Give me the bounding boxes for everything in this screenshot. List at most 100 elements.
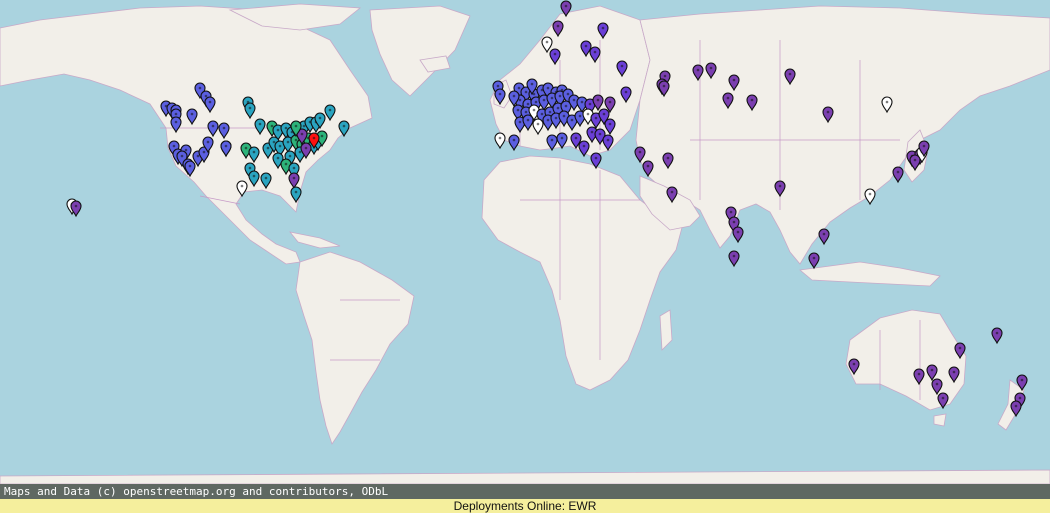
land-layer [0,3,1050,484]
map-pin-center [709,66,713,70]
map-pin-center [602,112,606,116]
map-pin-icon[interactable] [892,166,904,184]
map-pin-center [284,126,288,130]
map-attribution: Maps and Data (c) openstreetmap.org and … [0,484,1050,499]
map-pin-center [670,190,674,194]
map-pin-center [588,102,592,106]
antarctica [0,469,1050,484]
map-pin-center [180,154,184,158]
map-pin-center [252,174,256,178]
map-pin-center [550,138,554,142]
map-pin-center [248,166,252,170]
deployments-status-bar: Deployments Online: EWR [0,499,1050,513]
map-pin-center [328,108,332,112]
caribbean [289,231,341,249]
map-pin-center [570,118,574,122]
map-pin-center [560,136,564,140]
map-pin-center [198,86,202,90]
map-pin-icon[interactable] [732,226,744,244]
map-pin-center [190,112,194,116]
map-pin-center [536,122,540,126]
deployment-marker[interactable] [991,327,1003,345]
map-pin-center [596,98,600,102]
deployment-marker[interactable] [892,166,904,184]
map-pin-center [532,108,536,112]
map-pin-center [74,204,78,208]
map-pin-center [917,372,921,376]
map-pin-center [196,154,200,158]
map-pin-center [542,98,546,102]
map-pin-center [732,78,736,82]
deployment-marker[interactable] [494,132,506,150]
map-pin-icon[interactable] [808,252,820,270]
map-pin-center [582,144,586,148]
map-pin-center [594,116,598,120]
map-pin-center [312,136,316,140]
map-pin-center [554,116,558,120]
map-pin-icon[interactable] [991,327,1003,345]
map-pin-center [606,138,610,142]
map-pin-center [270,124,274,128]
deployment-marker[interactable] [732,226,744,244]
world-map[interactable] [0,0,1050,484]
map-pin-center [646,164,650,168]
map-pin-center [204,94,208,98]
map-pin-center [526,102,530,106]
map-pin-center [272,140,276,144]
map-canvas[interactable] [0,0,1050,484]
deployment-marker[interactable] [864,188,876,206]
map-pin-center [638,150,642,154]
map-pin-center [778,184,782,188]
map-pin-icon[interactable] [494,132,506,150]
map-pin-center [572,98,576,102]
map-pin-center [524,90,528,94]
map-pin-center [958,346,962,350]
map-pin-center [202,150,206,154]
deployment-marker[interactable] [818,228,830,246]
map-pin-center [1018,396,1022,400]
map-pin-center [556,24,560,28]
map-pin-center [276,156,280,160]
deployment-marker[interactable] [728,250,740,268]
map-pin-center [593,50,597,54]
map-pin-center [624,90,628,94]
map-pin-center [812,256,816,260]
map-pin-center [294,124,298,128]
map-pin-icon[interactable] [864,188,876,206]
map-pin-icon[interactable] [728,250,740,268]
map-pin-center [284,162,288,166]
map-pin-center [550,96,554,100]
map-pin-center [278,144,282,148]
deployment-marker[interactable] [808,252,820,270]
map-pin-center [732,220,736,224]
map-pin-center [584,44,588,48]
map-pin-center [540,112,544,116]
map-pin-center [556,106,560,110]
map-pin-center [732,254,736,258]
map-pin-center [294,190,298,194]
map-pin-center [666,156,670,160]
map-pin-center [663,74,667,78]
map-pin-center [852,362,856,366]
map-pin-center [546,86,550,90]
map-pin-center [594,156,598,160]
map-pin-center [264,176,268,180]
map-pin-icon[interactable] [818,228,830,246]
map-pin-center [184,148,188,152]
map-pin-center [935,382,939,386]
map-pin-center [922,144,926,148]
asia [635,5,1050,265]
map-pin-center [736,230,740,234]
map-pin-center [913,158,917,162]
map-pin-center [788,72,792,76]
map-pin-center [286,140,290,144]
map-pin-center [598,132,602,136]
map-pin-center [608,122,612,126]
deployment-marker[interactable] [508,134,520,152]
map-pin-center [174,112,178,116]
map-pin-icon[interactable] [508,134,520,152]
map-pin-center [206,140,210,144]
map-pin-center [1014,404,1018,408]
map-pin-center [517,86,521,90]
map-pin-center [318,116,322,120]
